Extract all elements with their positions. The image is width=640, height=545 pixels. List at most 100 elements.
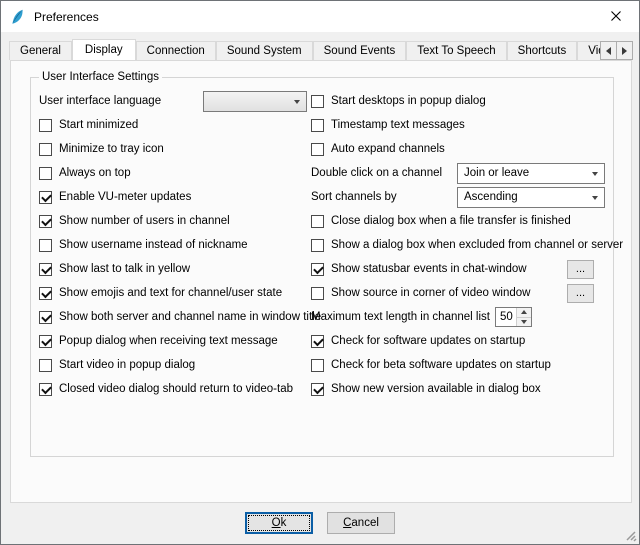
language-combobox[interactable] bbox=[203, 91, 307, 112]
checkbox-check-for-beta-updates[interactable]: Check for beta software updates on start… bbox=[311, 353, 607, 377]
checkbox-show-statusbar-events[interactable]: Show statusbar events in chat-window ... bbox=[311, 257, 607, 281]
ok-label-rest: k bbox=[281, 517, 287, 529]
checkbox-box[interactable] bbox=[311, 119, 324, 132]
checkbox-box[interactable] bbox=[39, 287, 52, 300]
sort-channels-combobox[interactable]: Ascending bbox=[457, 187, 605, 208]
sort-channels-row: Sort channels by Ascending bbox=[311, 185, 607, 209]
tab-scroll-left-button[interactable] bbox=[600, 41, 617, 60]
tab-shortcuts[interactable]: Shortcuts bbox=[507, 41, 578, 60]
tab-sound-events[interactable]: Sound Events bbox=[313, 41, 407, 60]
checkbox-box[interactable] bbox=[39, 359, 52, 372]
combobox-value: Join or leave bbox=[464, 167, 529, 179]
checkbox-show-source-in-video-window[interactable]: Show source in corner of video window ..… bbox=[311, 281, 607, 305]
checkbox-check-for-software-updates[interactable]: Check for software updates on startup bbox=[311, 329, 607, 353]
checkbox-box[interactable] bbox=[311, 335, 324, 348]
checkbox-label: Show username instead of nickname bbox=[59, 239, 248, 251]
video-source-config-button[interactable]: ... bbox=[567, 284, 594, 303]
checkbox-box[interactable] bbox=[39, 383, 52, 396]
checkbox-box[interactable] bbox=[311, 239, 324, 252]
checkbox-label: Timestamp text messages bbox=[331, 119, 465, 131]
group-title: User Interface Settings bbox=[39, 71, 162, 83]
tab-scroll-buttons bbox=[600, 41, 633, 60]
checkbox-minimize-to-tray-icon[interactable]: Minimize to tray icon bbox=[39, 137, 311, 161]
checkbox-box[interactable] bbox=[39, 263, 52, 276]
checkbox-box[interactable] bbox=[311, 287, 324, 300]
statusbar-events-config-button[interactable]: ... bbox=[567, 260, 594, 279]
checkbox-box[interactable] bbox=[311, 143, 324, 156]
checkbox-box[interactable] bbox=[39, 239, 52, 252]
checkbox-box[interactable] bbox=[311, 359, 324, 372]
checkbox-label: Show source in corner of video window bbox=[331, 287, 530, 299]
combobox-value: Ascending bbox=[464, 191, 518, 203]
checkbox-show-emojis-and-text-for-state[interactable]: Show emojis and text for channel/user st… bbox=[39, 281, 311, 305]
checkbox-box[interactable] bbox=[39, 167, 52, 180]
arrow-up-icon bbox=[521, 310, 527, 314]
checkbox-label: Show last to talk in yellow bbox=[59, 263, 190, 275]
max-text-length-row: Maximum text length in channel list 50 bbox=[311, 305, 607, 329]
checkbox-label: Show emojis and text for channel/user st… bbox=[59, 287, 282, 299]
dialog-footer: Ok Cancel bbox=[1, 512, 639, 534]
checkbox-show-last-to-talk-in-yellow[interactable]: Show last to talk in yellow bbox=[39, 257, 311, 281]
checkbox-closed-video-return-to-video-tab[interactable]: Closed video dialog should return to vid… bbox=[39, 377, 311, 401]
checkbox-show-server-and-channel-in-title[interactable]: Show both server and channel name in win… bbox=[39, 305, 311, 329]
checkbox-box[interactable] bbox=[311, 215, 324, 228]
checkbox-label: Show statusbar events in chat-window bbox=[331, 263, 527, 275]
checkbox-box[interactable] bbox=[39, 335, 52, 348]
double-click-combobox[interactable]: Join or leave bbox=[457, 163, 605, 184]
window-title: Preferences bbox=[34, 10, 99, 24]
ok-button[interactable]: Ok bbox=[245, 512, 313, 534]
spinner-buttons bbox=[516, 308, 531, 326]
checkbox-label: Start video in popup dialog bbox=[59, 359, 195, 371]
checkbox-always-on-top[interactable]: Always on top bbox=[39, 161, 311, 185]
spinner-value: 50 bbox=[496, 308, 516, 326]
cancel-button[interactable]: Cancel bbox=[327, 512, 395, 534]
display-tab-panel: User Interface Settings User interface l… bbox=[10, 60, 632, 503]
checkbox-show-new-version-available[interactable]: Show new version available in dialog box bbox=[311, 377, 607, 401]
checkbox-box[interactable] bbox=[311, 263, 324, 276]
checkbox-box[interactable] bbox=[39, 311, 52, 324]
checkbox-label: Check for software updates on startup bbox=[331, 335, 525, 347]
tab-display[interactable]: Display bbox=[72, 39, 136, 60]
checkbox-box[interactable] bbox=[311, 95, 324, 108]
close-icon bbox=[611, 9, 621, 24]
checkbox-label: Show new version available in dialog box bbox=[331, 383, 541, 395]
checkbox-show-number-of-users-in-channel[interactable]: Show number of users in channel bbox=[39, 209, 311, 233]
spinner-down-button[interactable] bbox=[517, 318, 531, 327]
checkbox-box[interactable] bbox=[39, 143, 52, 156]
left-column: User interface language Start minimized … bbox=[39, 89, 311, 401]
tab-sound-system[interactable]: Sound System bbox=[216, 41, 313, 60]
checkbox-box[interactable] bbox=[39, 215, 52, 228]
tab-text-to-speech[interactable]: Text To Speech bbox=[406, 41, 506, 60]
checkbox-start-minimized[interactable]: Start minimized bbox=[39, 113, 311, 137]
checkbox-label: Closed video dialog should return to vid… bbox=[59, 383, 293, 395]
checkbox-show-dialog-when-excluded[interactable]: Show a dialog box when excluded from cha… bbox=[311, 233, 607, 257]
checkbox-label: Show both server and channel name in win… bbox=[59, 311, 321, 323]
close-button[interactable] bbox=[593, 1, 639, 32]
checkbox-start-video-in-popup-dialog[interactable]: Start video in popup dialog bbox=[39, 353, 311, 377]
resize-grip[interactable] bbox=[624, 529, 637, 542]
tab-general[interactable]: General bbox=[9, 41, 72, 60]
checkbox-label: Start desktops in popup dialog bbox=[331, 95, 486, 107]
cancel-label-rest: ancel bbox=[351, 517, 379, 529]
checkbox-label: Close dialog box when a file transfer is… bbox=[331, 215, 571, 227]
checkbox-enable-vu-meter-updates[interactable]: Enable VU-meter updates bbox=[39, 185, 311, 209]
tab-scroll-right-button[interactable] bbox=[616, 41, 633, 60]
checkbox-auto-expand-channels[interactable]: Auto expand channels bbox=[311, 137, 607, 161]
tab-connection[interactable]: Connection bbox=[136, 41, 216, 60]
checkbox-label: Check for beta software updates on start… bbox=[331, 359, 551, 371]
preferences-dialog: Preferences General Display Connection S… bbox=[0, 0, 640, 545]
checkbox-label: Enable VU-meter updates bbox=[59, 191, 191, 203]
checkbox-popup-dialog-text-message[interactable]: Popup dialog when receiving text message bbox=[39, 329, 311, 353]
checkbox-close-dialog-file-transfer-finished[interactable]: Close dialog box when a file transfer is… bbox=[311, 209, 607, 233]
user-interface-settings-group: User Interface Settings User interface l… bbox=[30, 71, 614, 457]
spinner-up-button[interactable] bbox=[517, 308, 531, 318]
checkbox-start-desktops-in-popup-dialog[interactable]: Start desktops in popup dialog bbox=[311, 89, 607, 113]
checkbox-show-username-instead-of-nickname[interactable]: Show username instead of nickname bbox=[39, 233, 311, 257]
max-text-length-spinner[interactable]: 50 bbox=[495, 307, 532, 327]
titlebar[interactable]: Preferences bbox=[1, 1, 639, 32]
checkbox-box[interactable] bbox=[39, 191, 52, 204]
sort-channels-label: Sort channels by bbox=[311, 191, 397, 203]
checkbox-box[interactable] bbox=[39, 119, 52, 132]
checkbox-box[interactable] bbox=[311, 383, 324, 396]
checkbox-timestamp-text-messages[interactable]: Timestamp text messages bbox=[311, 113, 607, 137]
